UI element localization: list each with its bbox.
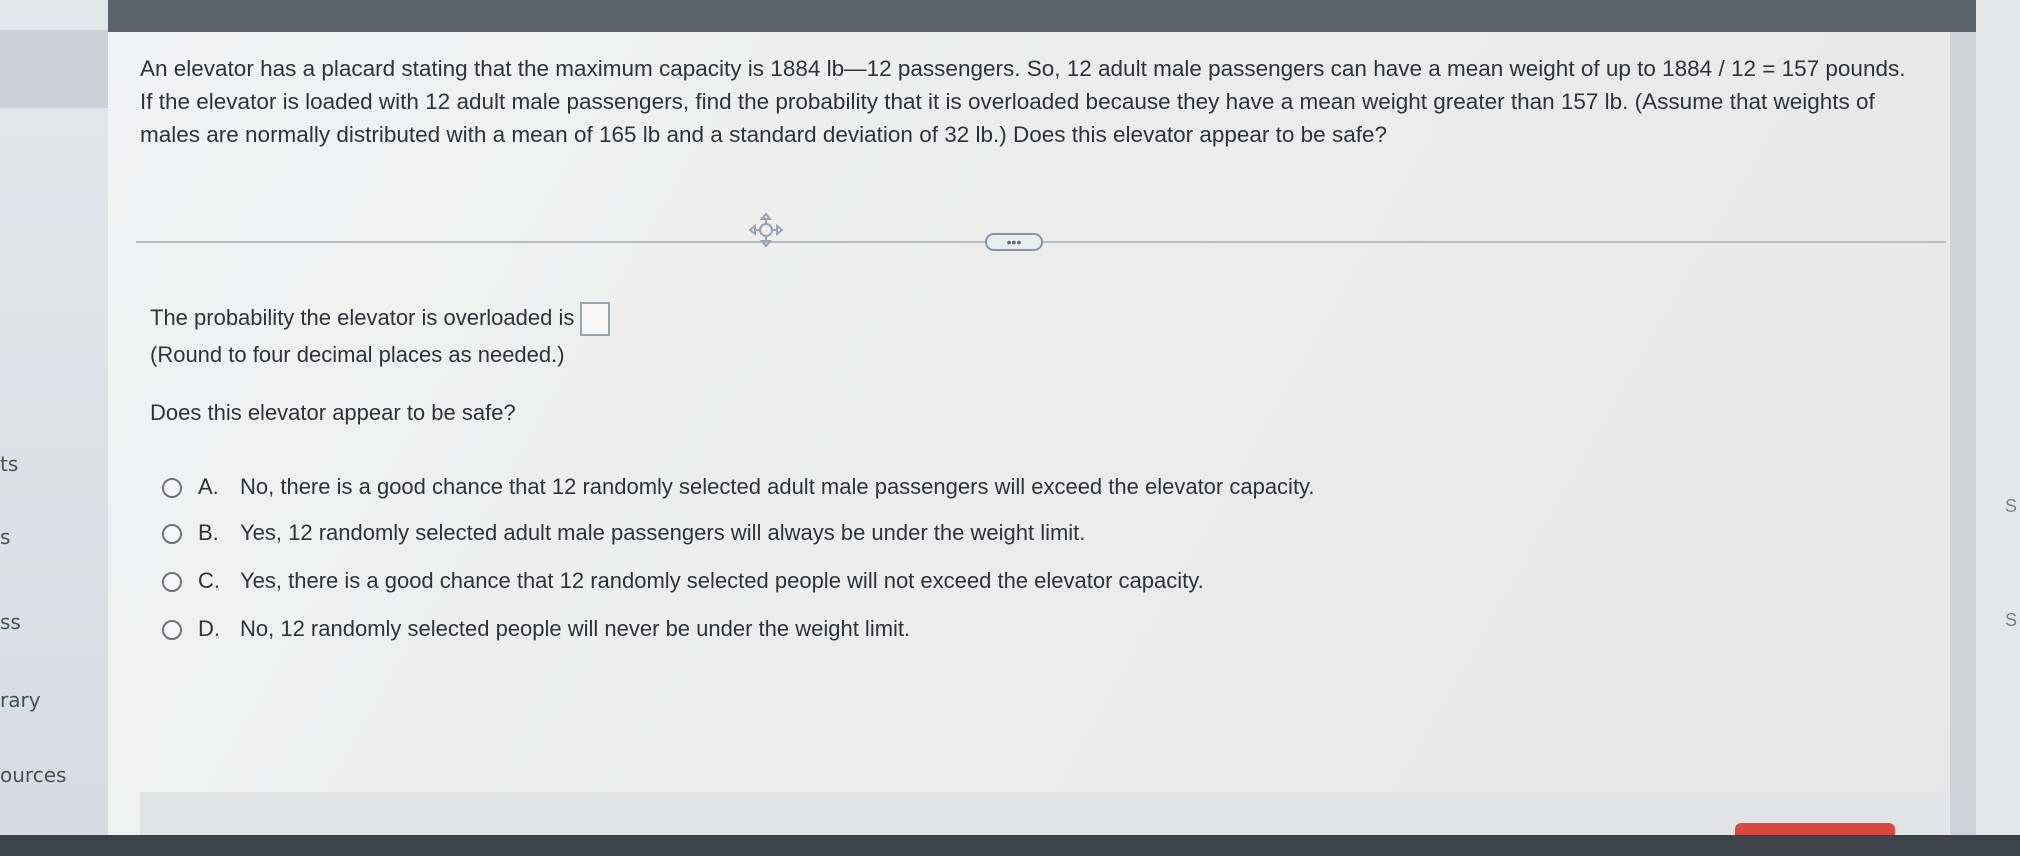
option-letter: A. [198, 474, 219, 499]
footer-strip [140, 792, 1946, 835]
question-panel [108, 32, 1976, 835]
right-strip [1976, 0, 2020, 835]
option-letter: B. [198, 520, 219, 545]
top-bar [108, 0, 1976, 32]
sidebar-item-1[interactable]: ts [0, 452, 18, 476]
sidebar-item-resources[interactable]: ources [0, 763, 66, 787]
screen-bezel [0, 835, 2020, 856]
option-text: No, there is a good chance that 12 rando… [240, 474, 1315, 499]
sidebar-item-library[interactable]: rary [0, 688, 41, 712]
option-text: Yes, 12 randomly selected adult male pas… [240, 520, 1086, 545]
radio-icon[interactable] [162, 524, 182, 544]
safety-question: Does this elevator appear to be safe? [150, 400, 516, 425]
option-text: No, 12 randomly selected people will nev… [240, 616, 911, 641]
rounding-hint: (Round to four decimal places as needed.… [150, 342, 565, 367]
option-text: Yes, there is a good chance that 12 rand… [240, 568, 1204, 593]
sidebar-item-2[interactable]: s [0, 525, 10, 549]
radio-icon[interactable] [162, 620, 182, 640]
option-letter: C. [198, 568, 220, 593]
answer-line: The probability the elevator is overload… [150, 302, 611, 336]
sidebar-item-3[interactable]: ss [0, 610, 21, 634]
check-answer-button[interactable] [1735, 823, 1895, 835]
radio-icon[interactable] [162, 572, 182, 592]
right-edge-letter: S [2005, 496, 2018, 516]
more-button[interactable]: ••• [985, 233, 1043, 251]
option-letter: D. [198, 616, 220, 641]
answer-prompt: The probability the elevator is overload… [150, 304, 575, 330]
sidebar-highlight [0, 30, 108, 108]
question-text: An elevator has a placard stating that t… [140, 56, 1906, 147]
scroll-gutter[interactable] [1950, 32, 1976, 835]
move-icon[interactable] [748, 212, 784, 248]
answer-input[interactable] [580, 302, 611, 336]
right-edge-letter: S [2005, 610, 2018, 630]
radio-icon[interactable] [162, 478, 182, 498]
